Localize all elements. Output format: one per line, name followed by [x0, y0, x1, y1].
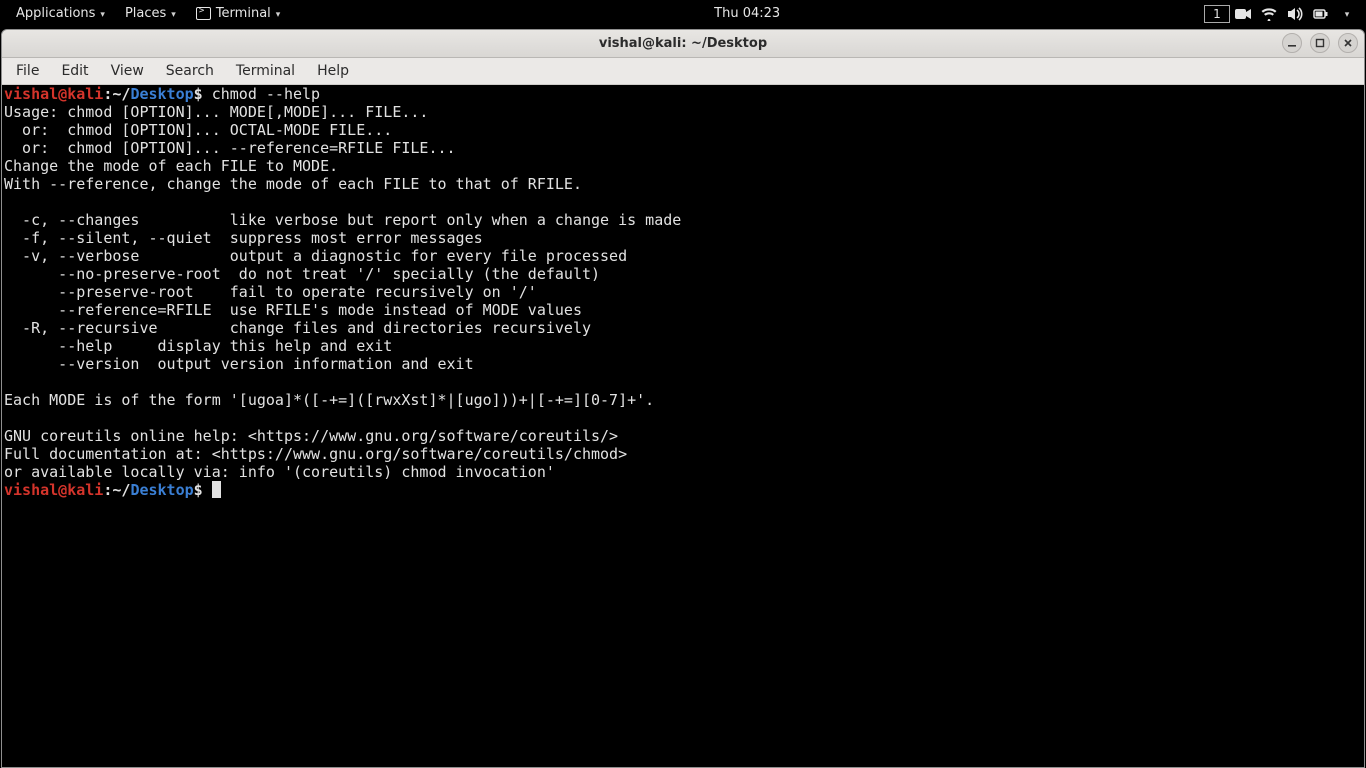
maximize-button[interactable]: [1310, 33, 1330, 53]
applications-label: Applications: [16, 6, 95, 21]
close-button[interactable]: [1338, 33, 1358, 53]
active-app-indicator[interactable]: Terminal ▾: [186, 0, 290, 27]
chevron-down-icon: ▾: [171, 10, 176, 20]
chevron-down-icon: ▾: [1345, 10, 1350, 20]
window-controls: [1282, 33, 1358, 53]
gnome-topbar: Applications ▾ Places ▾ Terminal ▾ Thu 0…: [0, 0, 1366, 27]
places-menu[interactable]: Places ▾: [115, 0, 186, 27]
window-titlebar[interactable]: vishal@kali: ~/Desktop: [2, 30, 1364, 58]
recording-icon[interactable]: [1230, 0, 1256, 27]
menu-terminal[interactable]: Terminal: [226, 60, 305, 82]
topbar-right: 1 ▾: [1204, 0, 1360, 27]
clock-text: Thu 04:23: [714, 6, 780, 21]
applications-menu[interactable]: Applications ▾: [6, 0, 115, 27]
workspace-number: 1: [1204, 5, 1230, 23]
workspace-indicator[interactable]: 1: [1204, 0, 1230, 27]
terminal-window: vishal@kali: ~/Desktop File Edit View Se…: [1, 29, 1365, 768]
battery-icon[interactable]: [1308, 0, 1334, 27]
terminal-icon: [196, 7, 211, 20]
minimize-button[interactable]: [1282, 33, 1302, 53]
menu-search[interactable]: Search: [156, 60, 224, 82]
menu-help[interactable]: Help: [307, 60, 359, 82]
window-title: vishal@kali: ~/Desktop: [2, 36, 1364, 51]
topbar-left: Applications ▾ Places ▾ Terminal ▾: [6, 0, 290, 27]
chevron-down-icon: ▾: [100, 10, 105, 20]
window-menubar: File Edit View Search Terminal Help: [2, 58, 1364, 85]
places-label: Places: [125, 6, 166, 21]
terminal-body[interactable]: vishal@kali:~/Desktop$ chmod --help Usag…: [2, 85, 1364, 767]
volume-icon[interactable]: [1282, 0, 1308, 27]
power-menu[interactable]: ▾: [1334, 0, 1360, 27]
chevron-down-icon: ▾: [276, 10, 281, 20]
menu-edit[interactable]: Edit: [51, 60, 98, 82]
menu-file[interactable]: File: [6, 60, 49, 82]
wifi-icon[interactable]: [1256, 0, 1282, 27]
active-app-label: Terminal: [216, 6, 271, 21]
menu-view[interactable]: View: [101, 60, 154, 82]
topbar-clock[interactable]: Thu 04:23: [290, 6, 1204, 21]
